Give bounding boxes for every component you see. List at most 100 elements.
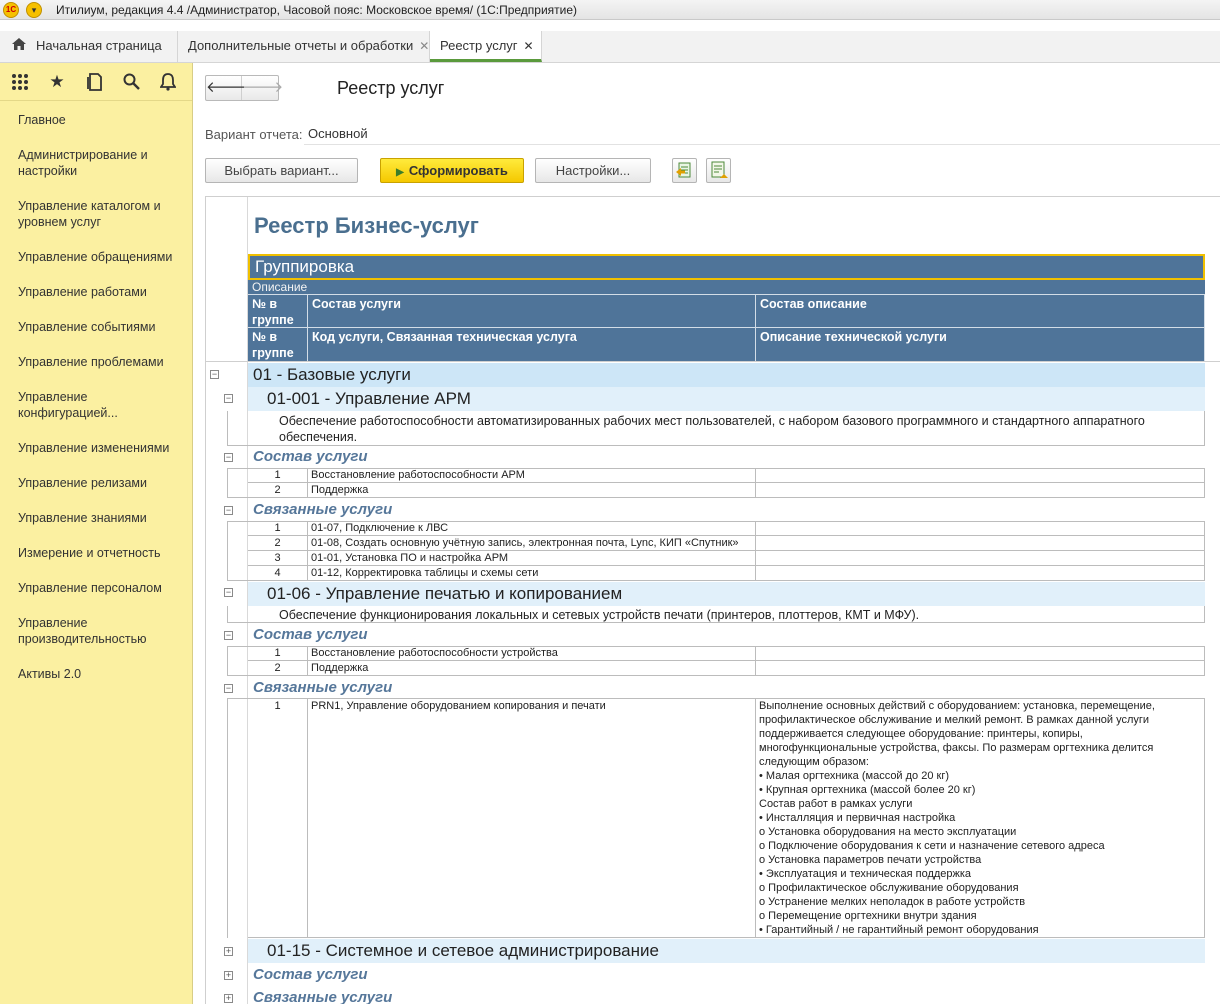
table-cell: [756, 536, 1205, 551]
section-composition: Состав услуги: [253, 626, 368, 643]
report-area[interactable]: Реестр Бизнес-услуг Группировка Описание…: [205, 196, 1220, 1004]
table-cell: 1: [248, 468, 308, 483]
table-cell: 01-08, Создать основную учётную запись, …: [308, 536, 756, 551]
expand-icon[interactable]: +: [224, 971, 233, 980]
table-cell: [756, 468, 1205, 483]
divider: [227, 646, 228, 676]
star-icon[interactable]: ★: [46, 71, 68, 93]
window-titlebar: 1С ▾ Итилиум, редакция 4.4 /Администрато…: [0, 0, 1220, 20]
divider: [227, 606, 228, 623]
sidebar-item-main[interactable]: Главное: [18, 112, 188, 128]
tab-home-label: Начальная страница: [36, 38, 162, 53]
expand-icon[interactable]: +: [224, 947, 233, 956]
table-cell: [756, 661, 1205, 676]
divider: [227, 497, 248, 498]
sidebar-item-knowledge[interactable]: Управление знаниями: [18, 510, 188, 526]
bell-icon[interactable]: [157, 71, 179, 93]
settings-button[interactable]: Настройки...: [535, 158, 651, 183]
service-description: Обеспечение работоспособности автоматизи…: [279, 414, 1145, 444]
header-service-composition: Состав услуги: [308, 294, 756, 327]
divider: [227, 445, 1205, 446]
variant-input[interactable]: [304, 123, 1220, 145]
sidebar-item-personnel[interactable]: Управление персоналом: [18, 580, 188, 596]
collapse-icon[interactable]: −: [224, 684, 233, 693]
header-service-code: Код услуги, Связанная техническая услуга: [308, 327, 756, 361]
select-variant-button[interactable]: Выбрать вариант...: [205, 158, 358, 183]
sidebar-item-works[interactable]: Управление работами: [18, 284, 188, 300]
apps-grid-icon[interactable]: [9, 71, 31, 93]
collapse-icon[interactable]: −: [224, 394, 233, 403]
tab-registry-label: Реестр услуг: [440, 38, 518, 53]
section-related: Связанные услуги: [253, 989, 393, 1004]
navigation-buttons: 🡐 🡒: [205, 75, 283, 101]
variant-label: Вариант отчета:: [205, 127, 303, 142]
sidebar-item-problems[interactable]: Управление проблемами: [18, 354, 188, 370]
collapse-icon[interactable]: −: [224, 588, 233, 597]
section-composition: Состав услуги: [253, 448, 368, 465]
sidebar-item-catalog[interactable]: Управление каталогом и уровнем услуг: [18, 198, 188, 230]
collapse-icon[interactable]: −: [224, 506, 233, 515]
service-description: Обеспечение функционирования локальных и…: [279, 608, 920, 622]
header-num-in-group: № в группе: [248, 294, 308, 327]
close-icon[interactable]: ✕: [419, 39, 429, 53]
sidebar-item-reporting[interactable]: Измерение и отчетность: [18, 545, 188, 561]
group-row: 01 - Базовые услуги: [248, 363, 1205, 387]
sidebar-item-configuration[interactable]: Управление конфигурацией...: [18, 389, 188, 421]
tab-home[interactable]: Начальная страница: [0, 31, 178, 62]
section-related: Связанные услуги: [253, 501, 393, 518]
table-cell: 3: [248, 551, 308, 566]
table-cell: Поддержка: [308, 661, 756, 676]
sidebar-item-assets[interactable]: Активы 2.0: [18, 666, 188, 682]
table-cell: [756, 483, 1205, 498]
table-cell: 1: [248, 698, 308, 938]
sidebar-item-events[interactable]: Управление событиями: [18, 319, 188, 335]
section-composition: Состав услуги: [253, 966, 368, 983]
tab-service-registry[interactable]: Реестр услуг ✕: [430, 31, 542, 62]
back-arrow-icon[interactable]: 🡐: [206, 76, 246, 100]
search-icon[interactable]: [120, 71, 142, 93]
tab-additional-reports[interactable]: Дополнительные отчеты и обработки ✕: [178, 31, 430, 62]
service-row: 01-06 - Управление печатью и копирование…: [248, 582, 1205, 606]
history-icon[interactable]: [84, 71, 106, 93]
divider: [227, 580, 248, 581]
divider: [227, 521, 228, 581]
divider: [227, 675, 248, 676]
sidebar-item-administration[interactable]: Администрирование и настройки: [18, 147, 188, 179]
sidebar-item-releases[interactable]: Управление релизами: [18, 475, 188, 491]
service-row: 01-001 - Управление АРМ: [248, 387, 1205, 411]
table-cell: 4: [248, 566, 308, 581]
window-title: Итилиум, редакция 4.4 /Администратор, Ча…: [56, 3, 578, 17]
export-excel-icon[interactable]: [672, 158, 697, 183]
generate-label: Сформировать: [408, 163, 508, 178]
sidebar-item-performance[interactable]: Управление производительностью: [18, 615, 188, 647]
expand-icon[interactable]: +: [224, 994, 233, 1003]
1c-logo-icon: 1С: [3, 2, 19, 18]
table-cell: [756, 566, 1205, 581]
table-cell: [756, 646, 1205, 661]
header-composition-description: Состав описание: [756, 294, 1205, 327]
table-cell: [756, 521, 1205, 536]
table-cell: 1: [248, 521, 308, 536]
collapse-icon[interactable]: −: [210, 370, 219, 379]
sidebar-item-changes[interactable]: Управление изменениями: [18, 440, 188, 456]
sidebar-toolbar: ★: [0, 63, 192, 101]
table-cell: 2: [248, 483, 308, 498]
report-title: Реестр Бизнес-услуг: [254, 213, 479, 238]
save-document-icon[interactable]: [706, 158, 731, 183]
forward-arrow-icon[interactable]: 🡒: [243, 76, 283, 100]
table-cell: Поддержка: [308, 483, 756, 498]
header-num-in-group-2: № в группе: [248, 327, 308, 361]
generate-button[interactable]: ▶ Сформировать: [380, 158, 524, 183]
header-separator: [206, 361, 1220, 362]
tabs-bar: Начальная страница Дополнительные отчеты…: [0, 31, 1220, 63]
table-cell: Восстановление работоспособности устройс…: [308, 646, 756, 661]
section-related: Связанные услуги: [253, 679, 393, 696]
header-grouping: Группировка: [248, 254, 1205, 280]
collapse-icon[interactable]: −: [224, 453, 233, 462]
main-menu-icon[interactable]: ▾: [26, 2, 42, 18]
table-cell: 2: [248, 661, 308, 676]
page-title: Реестр услуг: [337, 78, 445, 98]
collapse-icon[interactable]: −: [224, 631, 233, 640]
close-icon[interactable]: ✕: [524, 39, 534, 53]
sidebar-item-requests[interactable]: Управление обращениями: [18, 249, 188, 265]
